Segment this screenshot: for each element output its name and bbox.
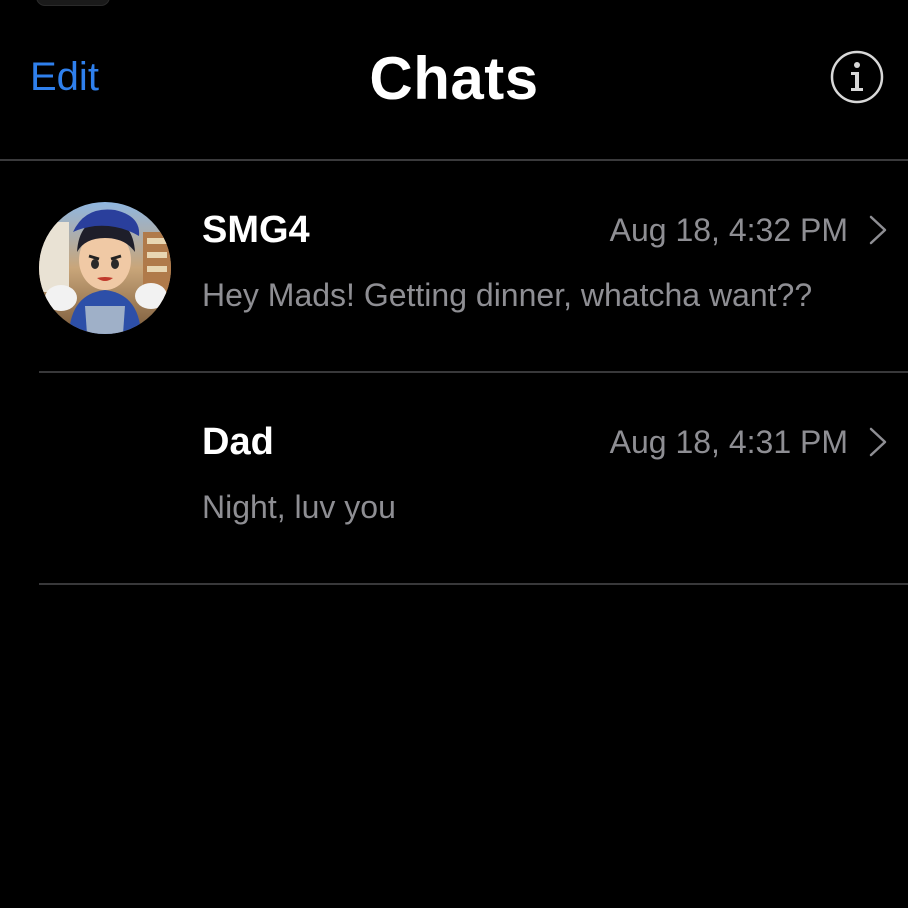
chat-preview: Hey Mads! Getting dinner, whatcha want?? — [202, 277, 813, 313]
chat-preview: Night, luv you — [202, 489, 396, 525]
chevron-right-icon — [866, 213, 890, 247]
navigation-bar: Edit Chats — [0, 0, 908, 160]
chat-timestamp: Aug 18, 4:32 PM — [609, 212, 848, 248]
row-divider — [39, 583, 908, 585]
info-icon[interactable] — [830, 50, 884, 104]
chevron-right-icon — [866, 425, 890, 459]
chat-list: SMG4 Aug 18, 4:32 PM Hey Mads! Getting d… — [0, 161, 908, 585]
avatar — [39, 202, 171, 334]
chat-timestamp: Aug 18, 4:31 PM — [609, 424, 848, 460]
chat-row-dad[interactable]: Dad Aug 18, 4:31 PM Night, luv you — [0, 373, 908, 585]
chat-name: Dad — [202, 421, 274, 463]
chat-name: SMG4 — [202, 209, 310, 251]
page-title: Chats — [369, 45, 539, 112]
chat-row-smg4[interactable]: SMG4 Aug 18, 4:32 PM Hey Mads! Getting d… — [0, 161, 908, 373]
